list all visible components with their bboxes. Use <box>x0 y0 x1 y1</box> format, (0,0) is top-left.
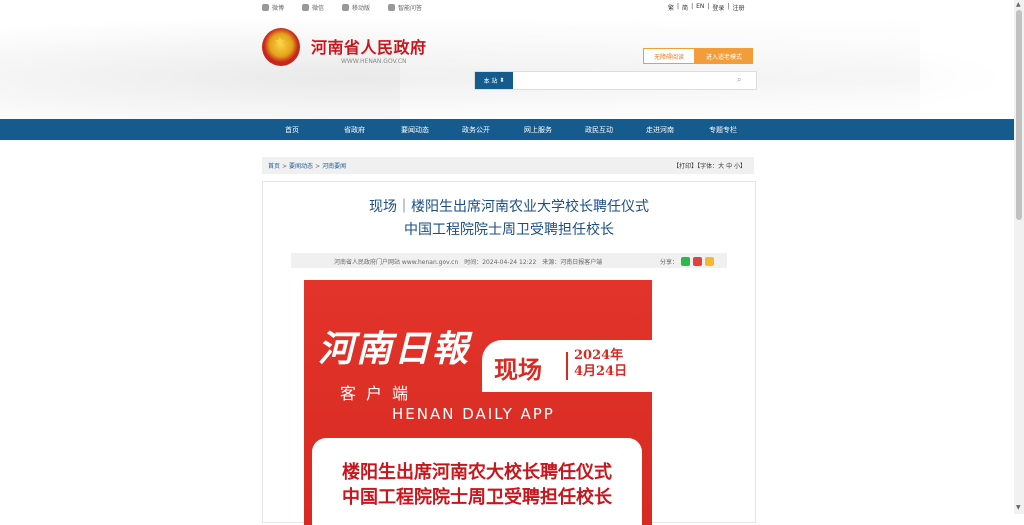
site-url: WWW.HENAN.GOV.CN <box>341 58 407 65</box>
smart-qa-label: 智能问答 <box>398 5 423 12</box>
header-background <box>400 16 920 119</box>
top-utility-bar: 微博 微信 移动版 智能问答 繁 | 简 | EN | 登录 | 注册 <box>0 0 1014 16</box>
search-scope-select[interactable]: 本 站 ⬍ <box>475 72 513 89</box>
smart-qa-link[interactable]: 智能问答 <box>388 3 422 12</box>
henan-daily-logo: 河南日報 <box>318 328 471 370</box>
traditional-chinese-link[interactable]: 繁 <box>668 3 674 12</box>
search-input[interactable] <box>515 73 729 88</box>
nav-item-interaction[interactable]: 政民互动 <box>585 125 613 135</box>
robot-icon <box>388 4 396 11</box>
scene-tag: 现场 2024年 4月24日 <box>482 340 652 392</box>
share-label: 分享： <box>660 259 679 266</box>
login-link[interactable]: 登录 <box>712 3 724 12</box>
register-link[interactable]: 注册 <box>732 3 744 12</box>
client-label: 客户端 <box>340 384 419 403</box>
article-container: 现场｜楼阳生出席河南农业大学校长聘任仪式 中国工程院院士周卫受聘担任校长 河南省… <box>262 181 756 525</box>
mobile-icon <box>342 4 350 11</box>
nav-item-online-service[interactable]: 网上服务 <box>524 125 552 135</box>
print-font-tools[interactable]: 【打印】【字体：大 中 小】 <box>673 161 746 170</box>
weibo-share-icon[interactable] <box>693 257 703 266</box>
breadcrumb-home[interactable]: 首页 <box>268 163 280 170</box>
scene-label: 现场 <box>494 355 542 384</box>
nav-item-about-henan[interactable]: 走进河南 <box>646 125 674 135</box>
scroll-down-icon[interactable]: ▼ <box>1016 504 1021 511</box>
breadcrumb-news[interactable]: 要闻动态 <box>289 163 313 170</box>
article-title-line2: 中国工程院院士周卫受聘担任校长 <box>404 222 614 238</box>
elder-mode-button[interactable]: 进入适老模式 <box>695 48 753 64</box>
headline-line2: 中国工程院院士周卫受聘担任校长 <box>342 487 612 508</box>
top-right-links: 繁 | 简 | EN | 登录 | 注册 <box>668 3 745 12</box>
page-scrollbar[interactable]: ▲ ▼ <box>1014 0 1024 514</box>
scrollbar-thumb[interactable] <box>1016 10 1022 220</box>
wechat-label: 微信 <box>312 5 325 12</box>
site-header <box>0 16 1014 119</box>
wechat-share-icon[interactable] <box>681 257 691 266</box>
weibo-icon <box>262 4 269 11</box>
nav-item-provincial-gov[interactable]: 省政府 <box>344 125 365 135</box>
article-source: 河南省人民政府门户网站 www.henan.gov.cn 时间：2024-04-… <box>334 259 603 266</box>
app-label: HENAN DAILY APP <box>392 405 555 423</box>
headline-line1: 楼阳生出席河南农大校长聘任仪式 <box>342 462 612 483</box>
nav-item-news[interactable]: 要闻动态 <box>401 125 429 135</box>
simplified-chinese-link[interactable]: 简 <box>682 3 688 12</box>
nav-item-home[interactable]: 首页 <box>285 125 299 135</box>
share-group: 分享： <box>660 257 715 266</box>
qzone-share-icon[interactable] <box>705 257 715 266</box>
scroll-up-icon[interactable]: ▲ <box>1016 1 1021 8</box>
national-emblem-icon <box>262 28 300 66</box>
headline-card: 楼阳生出席河南农大校长聘任仪式 中国工程院院士周卫受聘担任校长 <box>312 438 642 525</box>
article-hero-image: 河南日報 现场 2024年 4月24日 客户端 HENAN DAILY APP 楼… <box>304 280 652 525</box>
nav-item-special-topics[interactable]: 专题专栏 <box>709 125 737 135</box>
weibo-link[interactable]: 微博 <box>262 3 284 12</box>
main-nav: 首页 省政府 要闻动态 政务公开 网上服务 政民互动 走进河南 专题专栏 <box>0 119 1014 140</box>
weibo-label: 微博 <box>272 5 285 12</box>
scene-date: 2024年 4月24日 <box>574 348 628 379</box>
wechat-link[interactable]: 微信 <box>302 3 324 12</box>
top-left-links: 微博 微信 移动版 智能问答 <box>262 3 422 12</box>
search-bar: 本 站 ⬍ ⌕ <box>474 71 757 90</box>
nav-item-open-gov[interactable]: 政务公开 <box>462 125 490 135</box>
site-title[interactable]: 河南省人民政府 <box>311 34 427 58</box>
article-title-line1: 现场｜楼阳生出席河南农业大学校长聘任仪式 <box>369 199 649 215</box>
mobile-link[interactable]: 移动版 <box>342 3 370 12</box>
breadcrumb-bar: 首页 > 要闻动态 > 河南要闻 【打印】【字体：大 中 小】 <box>262 157 754 174</box>
search-icon[interactable]: ⌕ <box>737 75 741 85</box>
english-link[interactable]: EN <box>696 3 704 12</box>
barrier-free-button[interactable]: 无障碍阅读 <box>643 48 695 64</box>
scene-divider <box>566 352 568 380</box>
article-meta: 河南省人民政府门户网站 www.henan.gov.cn 时间：2024-04-… <box>291 253 727 268</box>
breadcrumb-henan-news[interactable]: 河南要闻 <box>322 163 346 170</box>
wechat-icon <box>302 4 310 11</box>
search-scope-label: 本 站 <box>483 78 498 85</box>
breadcrumb: 首页 > 要闻动态 > 河南要闻 <box>268 163 347 170</box>
mobile-label: 移动版 <box>352 5 371 12</box>
